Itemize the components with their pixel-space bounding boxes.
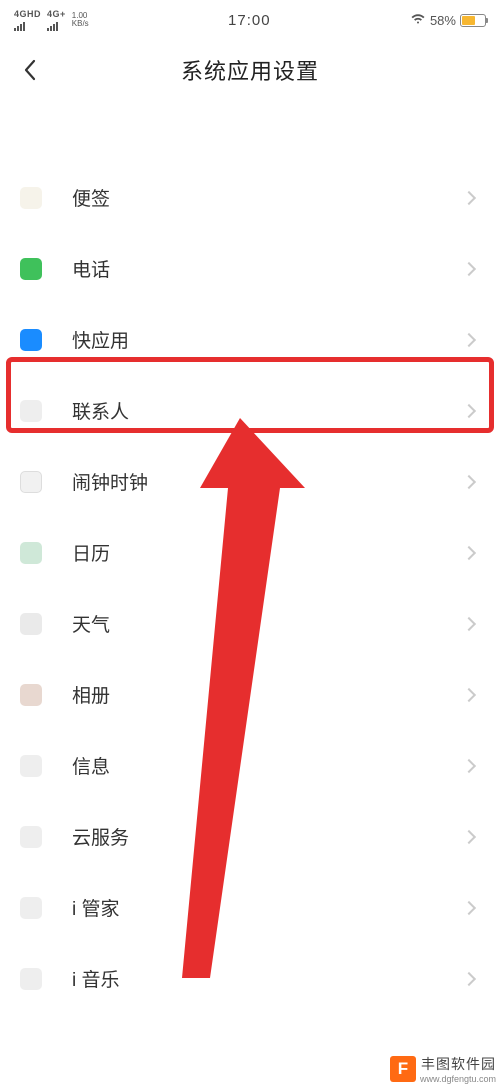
list-item-label: 日历 (72, 539, 464, 566)
status-left: 4GHD 4G+ 1.00 KB/s (14, 6, 89, 34)
chevron-right-icon (462, 474, 476, 488)
calendar-icon (20, 542, 42, 564)
phone-icon (20, 258, 42, 280)
list-item-label: 联系人 (72, 397, 464, 424)
chevron-right-icon (462, 829, 476, 843)
battery-percent: 58% (430, 13, 456, 28)
manager-icon (20, 897, 42, 919)
wifi-icon (410, 13, 426, 28)
status-time: 17:00 (228, 12, 271, 29)
list-item-weather[interactable]: 天气 (0, 588, 500, 659)
watermark-name: 丰图软件园 (421, 1054, 496, 1074)
list-item-cloud[interactable]: 云服务 (0, 801, 500, 872)
list-item-label: 相册 (72, 681, 464, 708)
chevron-right-icon (462, 190, 476, 204)
message-icon (20, 755, 42, 777)
contacts-icon (20, 400, 42, 422)
chevron-left-icon (22, 58, 38, 82)
list-item-manager[interactable]: i 管家 (0, 872, 500, 943)
quickapp-icon (20, 329, 42, 351)
notes-icon (20, 187, 42, 209)
list-item-contacts[interactable]: 联系人 (0, 375, 500, 446)
chevron-right-icon (462, 616, 476, 630)
header: 系统应用设置 (0, 38, 500, 104)
chevron-right-icon (462, 971, 476, 985)
weather-icon (20, 613, 42, 635)
list-item-label: 闹钟时钟 (72, 468, 464, 495)
list-item-calendar[interactable]: 日历 (0, 517, 500, 588)
list-item-label: 信息 (72, 752, 464, 779)
net-speed: 1.00 KB/s (72, 12, 89, 28)
chevron-right-icon (462, 687, 476, 701)
chevron-right-icon (462, 758, 476, 772)
settings-list: 便签电话快应用联系人闹钟时钟日历天气相册信息云服务 i 管家 i 音乐 (0, 104, 500, 1014)
list-item-label: 电话 (72, 255, 464, 282)
list-item-music[interactable]: i 音乐 (0, 943, 500, 1014)
battery-icon (460, 14, 486, 27)
chevron-right-icon (462, 332, 476, 346)
chevron-right-icon (462, 545, 476, 559)
list-item-label: 便签 (72, 184, 464, 211)
music-icon (20, 968, 42, 990)
list-item-clock[interactable]: 闹钟时钟 (0, 446, 500, 517)
list-item-message[interactable]: 信息 (0, 730, 500, 801)
list-item-label: i 音乐 (72, 965, 464, 992)
list-item-label: i 管家 (72, 894, 464, 921)
list-item-label: 云服务 (72, 823, 464, 850)
cloud-icon (20, 826, 42, 848)
chevron-right-icon (462, 403, 476, 417)
album-icon (20, 684, 42, 706)
page-title: 系统应用设置 (181, 54, 319, 86)
chevron-right-icon (462, 900, 476, 914)
back-button[interactable] (16, 56, 44, 84)
list-item-label: 天气 (72, 610, 464, 637)
list-item-album[interactable]: 相册 (0, 659, 500, 730)
watermark-url: www.dgfengtu.com (420, 1074, 496, 1084)
chevron-right-icon (462, 261, 476, 275)
signal-icon-2: 4G+ (47, 6, 66, 34)
watermark: F 丰图软件园 www.dgfengtu.com (390, 1054, 500, 1084)
list-item-label: 快应用 (72, 326, 464, 353)
clock-icon (20, 471, 42, 493)
list-item-quickapp[interactable]: 快应用 (0, 304, 500, 375)
watermark-logo: F (390, 1056, 416, 1082)
signal-icon-1: 4GHD (14, 6, 41, 34)
list-item-phone[interactable]: 电话 (0, 233, 500, 304)
list-item-notes[interactable]: 便签 (0, 162, 500, 233)
status-right: 58% (410, 13, 486, 28)
status-bar: 4GHD 4G+ 1.00 KB/s 17:00 58% (0, 0, 500, 38)
